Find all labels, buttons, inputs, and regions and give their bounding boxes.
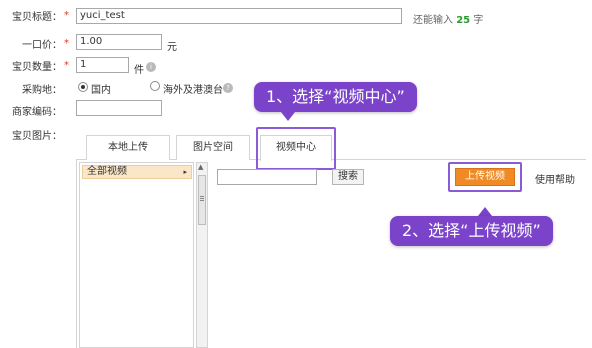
merchant-code-label: 商家编码：	[12, 107, 62, 118]
price-unit: 元	[167, 42, 177, 53]
search-button[interactable]: 搜索	[332, 169, 364, 185]
title-input[interactable]: yuci_test	[76, 8, 402, 24]
title-char-hint: 还能输入 25 字	[413, 11, 483, 26]
tab-local-upload[interactable]: 本地上传	[86, 135, 170, 160]
title-hint-suffix: 字	[473, 15, 484, 26]
tab-video-center[interactable]: 视频中心	[260, 135, 332, 161]
radio-overseas[interactable]	[150, 81, 160, 91]
quantity-unit: 件	[134, 65, 144, 76]
folder-item-all[interactable]: 全部视频 ▸	[82, 165, 192, 179]
quantity-label: 宝贝数量：	[12, 62, 62, 73]
callout-select-upload-video: 2、选择“上传视频”	[390, 216, 553, 246]
price-label: 一口价：	[22, 40, 62, 51]
radio-domestic[interactable]	[78, 82, 88, 92]
scroll-up-icon[interactable]: ▲	[198, 163, 203, 171]
chevron-right-icon: ▸	[183, 168, 187, 176]
video-search-input[interactable]	[217, 169, 317, 185]
callout-1-pointer	[281, 112, 295, 121]
quantity-required-mark: *	[64, 60, 69, 71]
quantity-info-icon[interactable]: i	[146, 61, 156, 72]
callout-2-pointer	[478, 207, 492, 216]
title-hint-count: 25	[456, 15, 471, 26]
radio-overseas-label: 海外及港澳台	[163, 85, 223, 96]
title-label: 宝贝标题：	[12, 12, 62, 23]
usage-help-link[interactable]: 使用帮助	[535, 171, 575, 186]
price-required-mark: *	[64, 38, 69, 49]
upload-video-button[interactable]: 上传视频	[455, 168, 515, 186]
folder-item-label: 全部视频	[87, 166, 127, 177]
tab-image-space[interactable]: 图片空间	[176, 135, 250, 160]
quantity-input[interactable]: 1	[76, 57, 129, 73]
title-required-mark: *	[64, 10, 69, 21]
images-label: 宝贝图片：	[12, 131, 62, 142]
scrollbar-thumb[interactable]	[198, 175, 206, 225]
merchant-code-input[interactable]	[76, 100, 162, 116]
overseas-help-icon[interactable]: ?	[223, 82, 233, 93]
folder-list-scrollbar[interactable]: ▲	[196, 162, 208, 348]
price-input[interactable]: 1.00	[76, 34, 162, 50]
video-folder-list: 全部视频 ▸	[79, 162, 194, 348]
title-hint-prefix: 还能输入	[413, 15, 453, 26]
radio-domestic-label: 国内	[91, 85, 111, 96]
callout-select-video-center: 1、选择“视频中心”	[254, 82, 417, 112]
purchase-location-label: 采购地：	[22, 85, 62, 96]
